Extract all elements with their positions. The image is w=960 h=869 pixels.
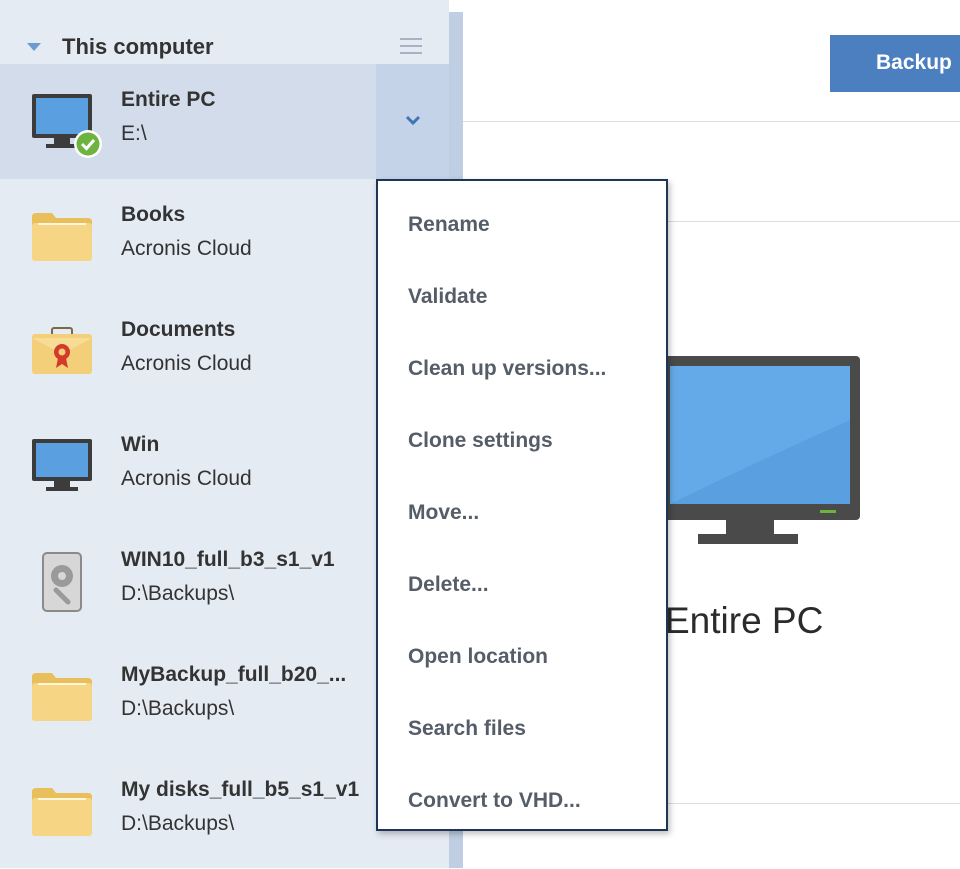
menu-item-delete[interactable]: Delete... bbox=[378, 545, 666, 617]
menu-item-rename[interactable]: Rename bbox=[378, 185, 666, 257]
item-name: MyBackup_full_b20_... bbox=[121, 663, 347, 686]
folder-icon bbox=[32, 784, 92, 841]
menu-item-label: Open location bbox=[408, 645, 549, 668]
hard-drive-icon bbox=[42, 552, 82, 617]
item-location: Acronis Cloud bbox=[121, 352, 252, 375]
menu-item-label: Search files bbox=[408, 717, 526, 740]
item-location: D:\Backups\ bbox=[121, 697, 235, 720]
menu-item-search-files[interactable]: Search files bbox=[378, 689, 666, 761]
group-header[interactable]: This computer bbox=[0, 12, 449, 62]
backup-item-entire-pc[interactable]: Entire PC E:\ bbox=[0, 64, 449, 179]
menu-item-label: Clean up versions... bbox=[408, 357, 607, 380]
item-name: Win bbox=[121, 433, 160, 456]
folder-icon bbox=[32, 209, 92, 266]
backup-button[interactable]: Backup bbox=[830, 35, 960, 92]
menu-item-label: Convert to VHD... bbox=[408, 789, 581, 812]
item-name: My disks_full_b5_s1_v1 bbox=[121, 778, 360, 801]
menu-item-label: Validate bbox=[408, 285, 488, 308]
menu-item-clone-settings[interactable]: Clone settings bbox=[378, 401, 666, 473]
monitor-icon bbox=[32, 439, 94, 500]
menu-item-clean-up-versions[interactable]: Clean up versions... bbox=[378, 329, 666, 401]
menu-item-label: Rename bbox=[408, 213, 490, 236]
menu-item-label: Clone settings bbox=[408, 429, 553, 452]
divider bbox=[463, 121, 960, 122]
collapse-triangle-icon[interactable] bbox=[27, 43, 41, 51]
divider bbox=[660, 803, 960, 804]
menu-item-validate[interactable]: Validate bbox=[378, 257, 666, 329]
briefcase-icon bbox=[32, 324, 92, 381]
hamburger-menu-icon[interactable] bbox=[400, 38, 422, 54]
backup-button-label: Backup bbox=[876, 51, 952, 74]
item-location: Acronis Cloud bbox=[121, 237, 252, 260]
item-location: Acronis Cloud bbox=[121, 467, 252, 490]
selected-backup-title: Entire PC bbox=[665, 600, 824, 641]
menu-item-label: Move... bbox=[408, 501, 480, 524]
menu-item-move[interactable]: Move... bbox=[378, 473, 666, 545]
menu-item-label: Delete... bbox=[408, 573, 489, 596]
context-menu: Rename Validate Clean up versions... Clo… bbox=[376, 179, 668, 831]
item-name: Entire PC bbox=[121, 88, 216, 111]
folder-icon bbox=[32, 669, 92, 726]
item-location: E:\ bbox=[121, 122, 147, 145]
item-name: Documents bbox=[121, 318, 236, 341]
item-options-button[interactable] bbox=[376, 64, 449, 179]
item-location: D:\Backups\ bbox=[121, 812, 235, 835]
item-location: D:\Backups\ bbox=[121, 582, 235, 605]
menu-item-convert-to-vhd[interactable]: Convert to VHD... bbox=[378, 761, 666, 833]
large-monitor-icon bbox=[660, 350, 860, 551]
group-title: This computer bbox=[62, 34, 214, 59]
item-name: WIN10_full_b3_s1_v1 bbox=[121, 548, 335, 571]
item-name: Books bbox=[121, 203, 186, 226]
divider bbox=[660, 221, 960, 222]
menu-item-open-location[interactable]: Open location bbox=[378, 617, 666, 689]
chevron-down-icon bbox=[405, 115, 421, 126]
monitor-check-icon bbox=[32, 94, 104, 165]
